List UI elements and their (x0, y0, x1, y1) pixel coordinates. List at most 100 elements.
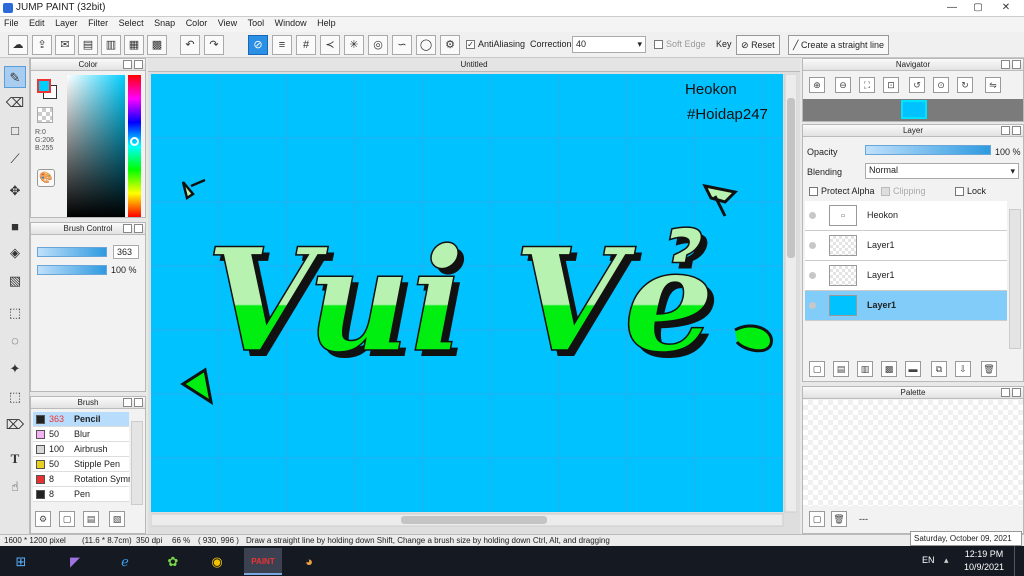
visibility-dot[interactable] (809, 302, 816, 309)
export-icon[interactable]: ▩ (147, 35, 167, 55)
tray-expand-icon[interactable]: ▴ (944, 555, 949, 566)
reset-button[interactable]: ⊘ Reset (736, 35, 780, 55)
create-straight-line-button[interactable]: ╱ Create a straight line (788, 35, 889, 55)
menu-edit[interactable]: Edit (25, 17, 49, 29)
navigator-thumbnail[interactable] (901, 100, 927, 119)
reset-rotation-icon[interactable]: ⊙ (933, 77, 949, 93)
menu-help[interactable]: Help (313, 17, 340, 29)
brush-opacity-slider[interactable] (37, 265, 107, 275)
ellipse-snap-icon[interactable]: ◯ (416, 35, 436, 55)
lock-checkbox[interactable] (955, 187, 964, 197)
panel-popout-icon[interactable] (1001, 60, 1010, 69)
fit-window-icon[interactable]: ⛶ (859, 77, 875, 93)
document-tab[interactable]: Untitled (148, 58, 800, 72)
brush-item-rotation-symmetry[interactable]: 8 Rotation Symm (33, 472, 130, 487)
hand-tool-icon[interactable]: ☝ (4, 476, 26, 498)
jump-paint-taskbar-icon[interactable]: PAINT (244, 548, 282, 575)
eraser-tool-icon[interactable]: ⌫ (4, 92, 26, 114)
panel-popout-icon[interactable] (1001, 388, 1010, 397)
new-layer-alt-icon[interactable]: ▤ (833, 361, 849, 377)
correction-dropdown[interactable]: 40 ▾ (572, 36, 646, 53)
comment-icon[interactable]: ✉ (55, 35, 75, 55)
rotate-right-icon[interactable]: ↻ (957, 77, 973, 93)
clock-date[interactable]: 10/9/2021 (964, 562, 1004, 572)
move-tool-icon[interactable]: ✥ (4, 180, 26, 202)
brush-item-pen[interactable]: 8 Pen (33, 487, 129, 502)
layer-row-layer1-b[interactable]: Layer1 (805, 261, 1007, 291)
chrome-icon[interactable]: ◉ (198, 548, 236, 575)
foreground-color-swatch[interactable] (37, 79, 51, 93)
visibility-dot[interactable] (809, 212, 816, 219)
close-button[interactable]: ✕ (994, 0, 1018, 16)
add-palette-color-icon[interactable]: ▢ (809, 511, 825, 527)
layer-list-scrollbar[interactable] (1009, 209, 1021, 349)
menu-snap[interactable]: Snap (150, 17, 179, 29)
layer-row-layer1-c[interactable]: Layer1 (805, 291, 1007, 321)
brush-settings-icon[interactable]: ⚙ (35, 511, 51, 527)
brush-item-pencil[interactable]: 363 Pencil (33, 412, 129, 427)
visibility-dot[interactable] (809, 242, 816, 249)
blending-dropdown[interactable]: Normal ▾ (865, 163, 1019, 179)
internet-explorer-icon[interactable]: ℯ (106, 548, 144, 575)
menu-color[interactable]: Color (182, 17, 212, 29)
drawing-canvas[interactable]: Heokon #Hoidap247 Vui Vẻ Vui Vẻ (151, 74, 797, 528)
select-eraser-tool-icon[interactable]: ⌦ (4, 414, 26, 436)
hue-slider[interactable] (128, 75, 141, 217)
parallel-snap-icon[interactable]: ≡ (272, 35, 292, 55)
menu-window[interactable]: Window (271, 17, 311, 29)
app-icon-green[interactable]: ✿ (154, 548, 192, 575)
panel-close-icon[interactable] (134, 224, 143, 233)
duplicate-layer-icon[interactable]: ⧉ (931, 361, 947, 377)
concentric-snap-icon[interactable]: ◎ (368, 35, 388, 55)
horizontal-scrollbar-thumb[interactable] (401, 516, 547, 524)
layer-8bit-icon[interactable]: ▥ (857, 361, 873, 377)
radial-snap-icon[interactable]: ✳ (344, 35, 364, 55)
zoom-out-icon[interactable]: ⊖ (835, 77, 851, 93)
panel-popout-icon[interactable] (123, 60, 132, 69)
panel-popout-icon[interactable] (123, 398, 132, 407)
rotate-left-icon[interactable]: ↺ (909, 77, 925, 93)
layer-row-heokon[interactable]: ▭ Heokon (805, 201, 1007, 231)
visual-studio-icon[interactable]: ◤ (56, 548, 94, 575)
start-button-icon[interactable]: ⊞ (2, 548, 40, 575)
new-brush-icon[interactable]: ▢ (59, 511, 75, 527)
undo-icon[interactable]: ↶ (180, 35, 200, 55)
menu-layer[interactable]: Layer (51, 17, 82, 29)
clock-time[interactable]: 12:19 PM (964, 549, 1004, 559)
brush-import-icon[interactable]: ▧ (109, 511, 125, 527)
soft-edge-checkbox[interactable] (654, 40, 663, 50)
brush-size-slider[interactable] (37, 247, 107, 257)
select-pen-tool-icon[interactable]: ⬚ (4, 386, 26, 408)
grid-snap-icon[interactable]: # (296, 35, 316, 55)
curve-snap-icon[interactable]: ∽ (392, 35, 412, 55)
visibility-dot[interactable] (809, 272, 816, 279)
brush-item-stipple-pen[interactable]: 50 Stipple Pen (33, 457, 129, 472)
panel-popout-icon[interactable] (1001, 126, 1010, 135)
redo-icon[interactable]: ↷ (204, 35, 224, 55)
gradient-tool-icon[interactable]: ▧ (4, 270, 26, 292)
magic-wand-tool-icon[interactable]: ✦ (4, 358, 26, 380)
clipping-checkbox[interactable] (881, 187, 890, 197)
lasso-tool-icon[interactable]: ◌ (4, 330, 26, 352)
maximize-button[interactable]: ▢ (966, 0, 990, 16)
saturation-value-picker[interactable] (67, 75, 125, 217)
transparent-color-swatch[interactable] (37, 107, 53, 123)
layer-row-layer1-a[interactable]: Layer1 (805, 231, 1007, 261)
brush-item-airbrush[interactable]: 100 Airbrush (33, 442, 129, 457)
panel-close-icon[interactable] (134, 398, 143, 407)
halftone-layer-icon[interactable]: ▩ (881, 361, 897, 377)
delete-layer-icon[interactable]: 🗑 (981, 361, 997, 377)
flip-horizontal-icon[interactable]: ⇋ (985, 77, 1001, 93)
delete-palette-color-icon[interactable]: 🗑 (831, 511, 847, 527)
language-indicator[interactable]: EN (922, 555, 935, 565)
select-rect-tool-icon[interactable]: ⬚ (4, 302, 26, 324)
paint-palette-taskbar-icon[interactable]: ◕ (290, 548, 328, 575)
show-desktop-button[interactable] (1014, 546, 1024, 576)
protect-alpha-checkbox[interactable] (809, 187, 818, 197)
share-icon[interactable]: ⇪ (32, 35, 52, 55)
vertical-scrollbar-thumb[interactable] (787, 98, 795, 258)
brush-size-value[interactable]: 363 (113, 245, 139, 259)
panel-close-icon[interactable] (134, 60, 143, 69)
menu-file[interactable]: File (0, 17, 23, 29)
hue-slider-handle[interactable] (130, 137, 139, 146)
